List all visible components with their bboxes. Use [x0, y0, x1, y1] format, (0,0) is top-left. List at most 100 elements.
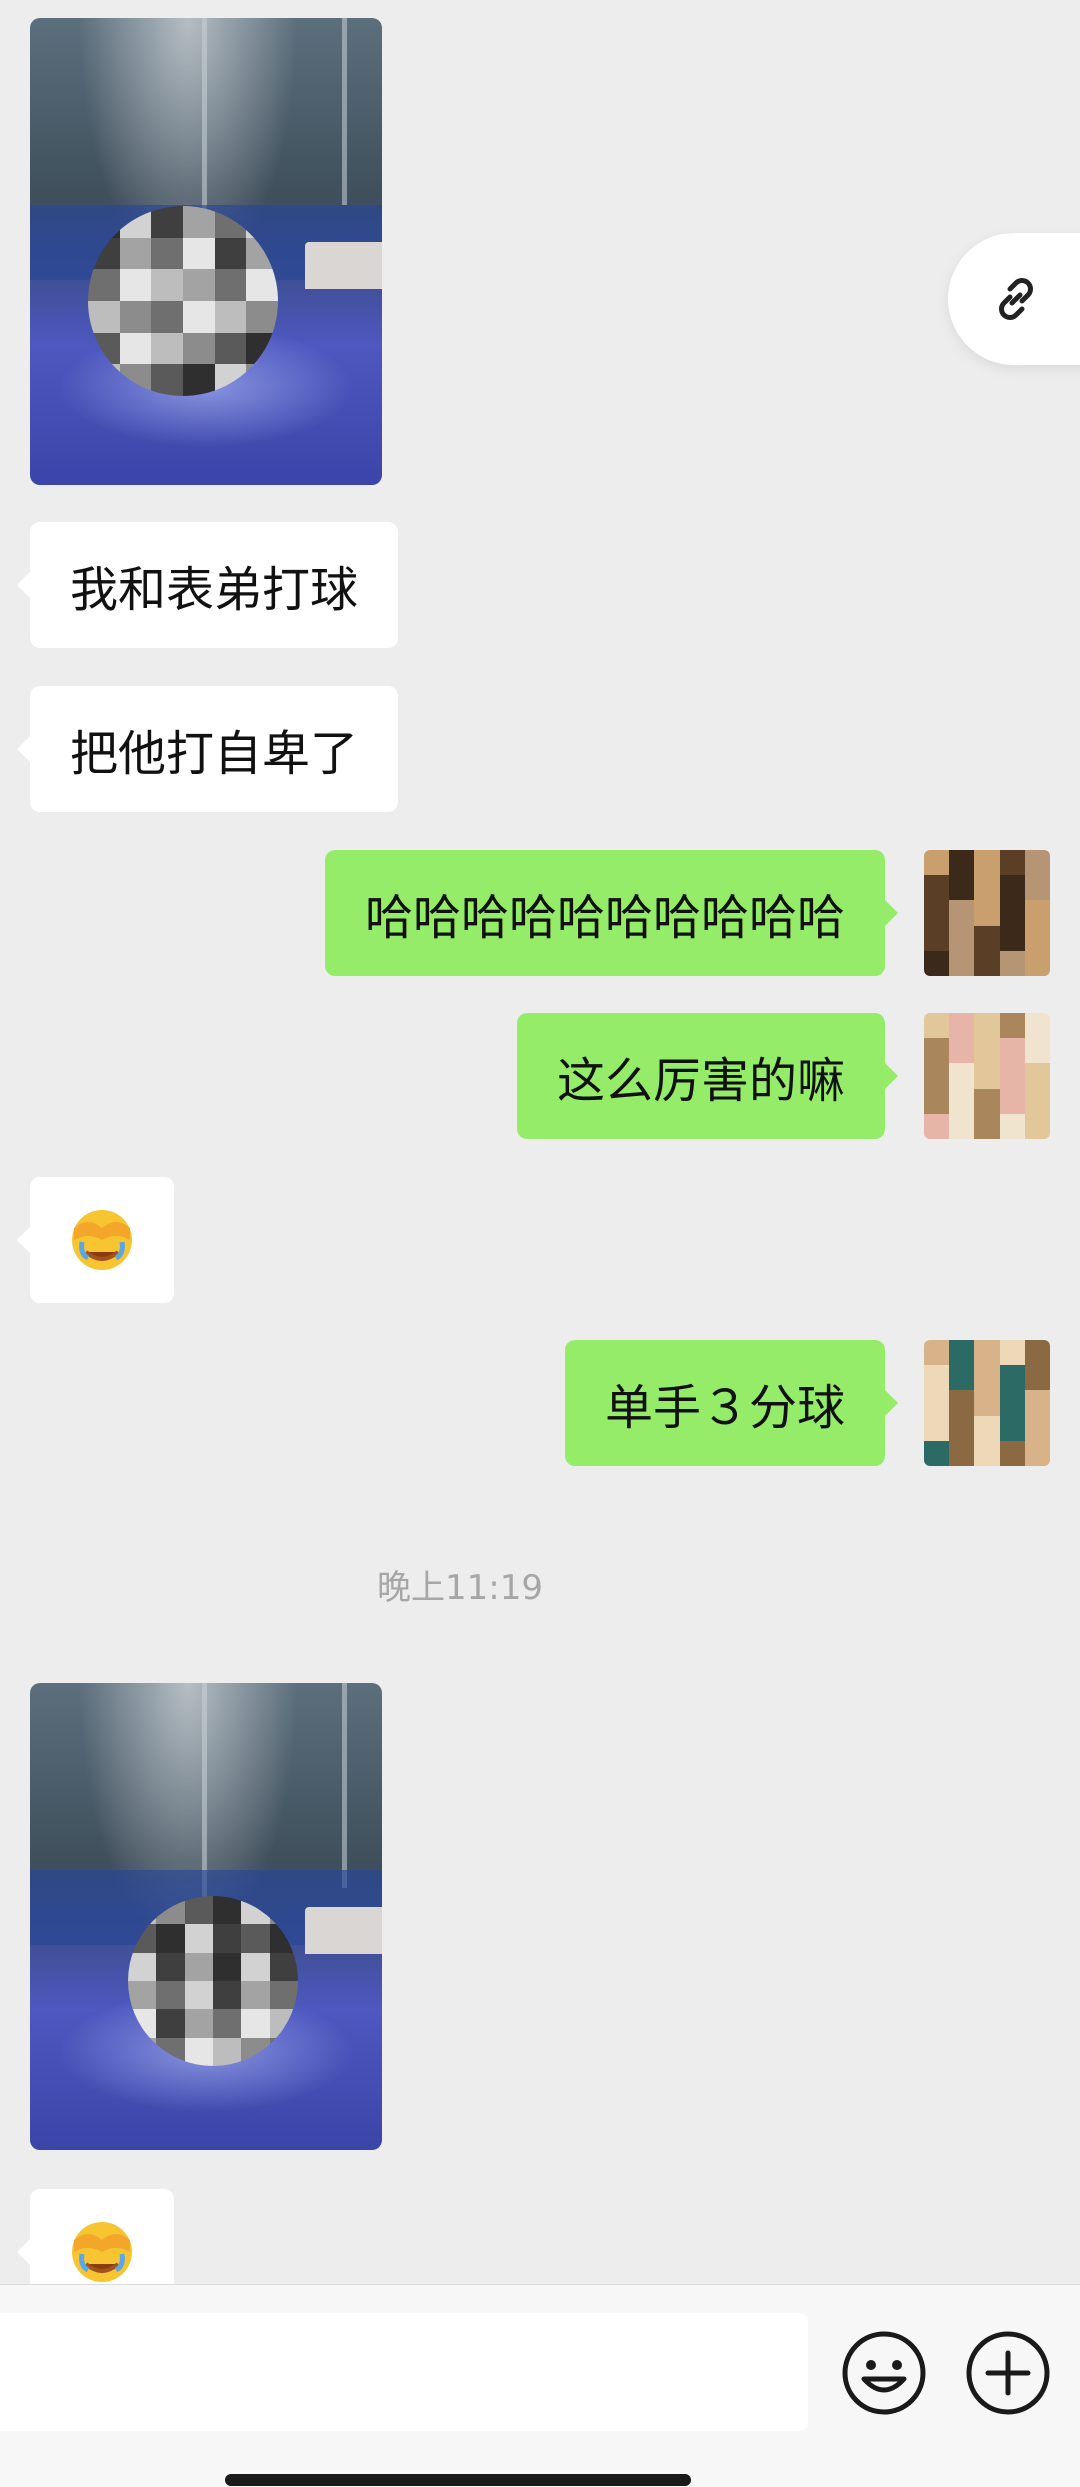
mosaic-cell	[119, 300, 152, 333]
received-message-bubble[interactable]: 把他打自卑了	[16, 686, 399, 812]
mosaic-cell	[182, 300, 215, 333]
image-message[interactable]	[30, 18, 382, 485]
avatar-pixel	[1024, 1365, 1050, 1391]
avatar-pixel	[949, 1038, 975, 1064]
avatar-pixel	[999, 950, 1025, 976]
face-with-hand-over-eyes-emoji	[72, 2222, 132, 2282]
image-detail	[304, 242, 382, 289]
avatar-pixel	[949, 850, 975, 876]
avatar[interactable]	[924, 850, 1050, 976]
avatar-pixel	[974, 1088, 1000, 1114]
mosaic-cell	[184, 2009, 213, 2038]
message-timestamp: 晚上11:19	[377, 1568, 543, 1608]
sent-message-bubble[interactable]: 这么厉害的嘛	[516, 1013, 899, 1139]
mosaic-cell	[184, 2037, 213, 2066]
mosaic-cell	[213, 2009, 242, 2038]
mosaic-cell	[151, 237, 183, 270]
mosaic-cell	[241, 1952, 270, 1981]
avatar-pixel	[999, 1440, 1025, 1466]
avatar-pixel	[974, 1390, 1000, 1416]
avatar-pixel	[974, 875, 1000, 901]
message-text: 把他打自卑了	[70, 726, 359, 782]
mosaic-cell	[119, 332, 152, 365]
sticker-message[interactable]	[17, 1177, 174, 1303]
avatar-pixel	[1024, 1088, 1050, 1114]
avatar-pixel	[924, 875, 950, 901]
avatar-pixel	[1024, 1113, 1050, 1139]
avatar-pixel	[1024, 1390, 1050, 1416]
home-indicator[interactable]	[225, 2474, 691, 2486]
mosaic-cell	[214, 300, 247, 333]
avatar-pixel	[924, 1390, 950, 1416]
mosaic-cell	[88, 300, 120, 333]
link-button[interactable]	[948, 233, 1080, 365]
image-detail	[304, 1907, 382, 1954]
avatar-pixel	[999, 1340, 1025, 1366]
mosaic-cell	[182, 364, 215, 396]
avatar-pixel	[924, 1088, 950, 1114]
sent-message-bubble[interactable]: 单手３分球	[564, 1340, 899, 1466]
mosaic-cell	[119, 237, 152, 270]
mosaic-cell	[269, 1981, 298, 2010]
avatar-pixel	[1024, 1063, 1050, 1089]
avatar-pixel	[924, 1113, 950, 1139]
sticker-message[interactable]	[17, 2189, 174, 2284]
plus-circle-icon[interactable]	[964, 2329, 1052, 2417]
mosaic-cell	[213, 1924, 242, 1953]
avatar-pixel	[974, 1365, 1000, 1391]
image-detail	[342, 1683, 347, 1889]
avatar-pixel	[974, 1415, 1000, 1441]
avatar-pixel	[974, 950, 1000, 976]
avatar[interactable]	[924, 1013, 1050, 1139]
avatar-pixel	[924, 950, 950, 976]
avatar-pixel	[949, 1340, 975, 1366]
mosaic-cell	[151, 300, 183, 333]
mosaic-cell	[119, 269, 152, 301]
sent-message-bubble[interactable]: 哈哈哈哈哈哈哈哈哈哈	[324, 850, 899, 976]
avatar-pixel	[924, 1340, 950, 1366]
avatar-pixel	[949, 1113, 975, 1139]
mosaic-cell	[214, 237, 247, 270]
avatar-pixel	[949, 950, 975, 976]
avatar-pixel	[999, 1088, 1025, 1114]
avatar-pixel	[999, 875, 1025, 901]
mosaic-cell	[182, 237, 215, 270]
mosaic-cell	[182, 269, 215, 301]
avatar-pixel	[974, 900, 1000, 926]
avatar-pixel	[974, 1038, 1000, 1064]
message-input[interactable]	[0, 2313, 808, 2431]
mosaic-cell	[213, 1896, 242, 1925]
mosaic-cell	[128, 1952, 157, 1981]
avatar-pixel	[924, 925, 950, 951]
avatar-pixel	[924, 900, 950, 926]
avatar-pixel	[1024, 1440, 1050, 1466]
avatar-pixel	[1024, 1013, 1050, 1039]
smiley-icon[interactable]	[840, 2329, 928, 2417]
avatar-pixel	[949, 1390, 975, 1416]
mosaic-cell	[241, 2009, 270, 2038]
avatar-pixel	[1024, 1340, 1050, 1366]
avatar-pixel	[999, 850, 1025, 876]
image-detail	[342, 18, 347, 205]
avatar-pixel	[949, 1365, 975, 1391]
message-text: 哈哈哈哈哈哈哈哈哈哈	[364, 890, 845, 946]
avatar-pixel	[1024, 1415, 1050, 1441]
image-message[interactable]	[30, 1683, 382, 2150]
avatar-pixel	[924, 1063, 950, 1089]
message-text: 这么厉害的嘛	[556, 1053, 845, 1109]
mosaic-cell	[156, 2009, 185, 2038]
received-message-bubble[interactable]: 我和表弟打球	[16, 522, 399, 648]
avatar-pixel	[999, 1063, 1025, 1089]
avatar-pixel	[974, 1113, 1000, 1139]
mosaic-cell	[184, 1924, 213, 1953]
avatar[interactable]	[924, 1340, 1050, 1466]
avatar-pixel	[1024, 950, 1050, 976]
blurred-mosaic	[128, 1896, 298, 2066]
avatar-pixel	[999, 1013, 1025, 1039]
mosaic-cell	[151, 332, 183, 365]
avatar-pixel	[1024, 900, 1050, 926]
chat-message-list[interactable]: 我和表弟打球 把他打自卑了 哈哈哈哈哈哈哈哈哈哈 这么厉害的嘛 单手３分球 晚上…	[0, 0, 1080, 2284]
mosaic-cell	[182, 332, 215, 365]
avatar-pixel	[999, 1038, 1025, 1064]
avatar-pixel	[949, 875, 975, 901]
